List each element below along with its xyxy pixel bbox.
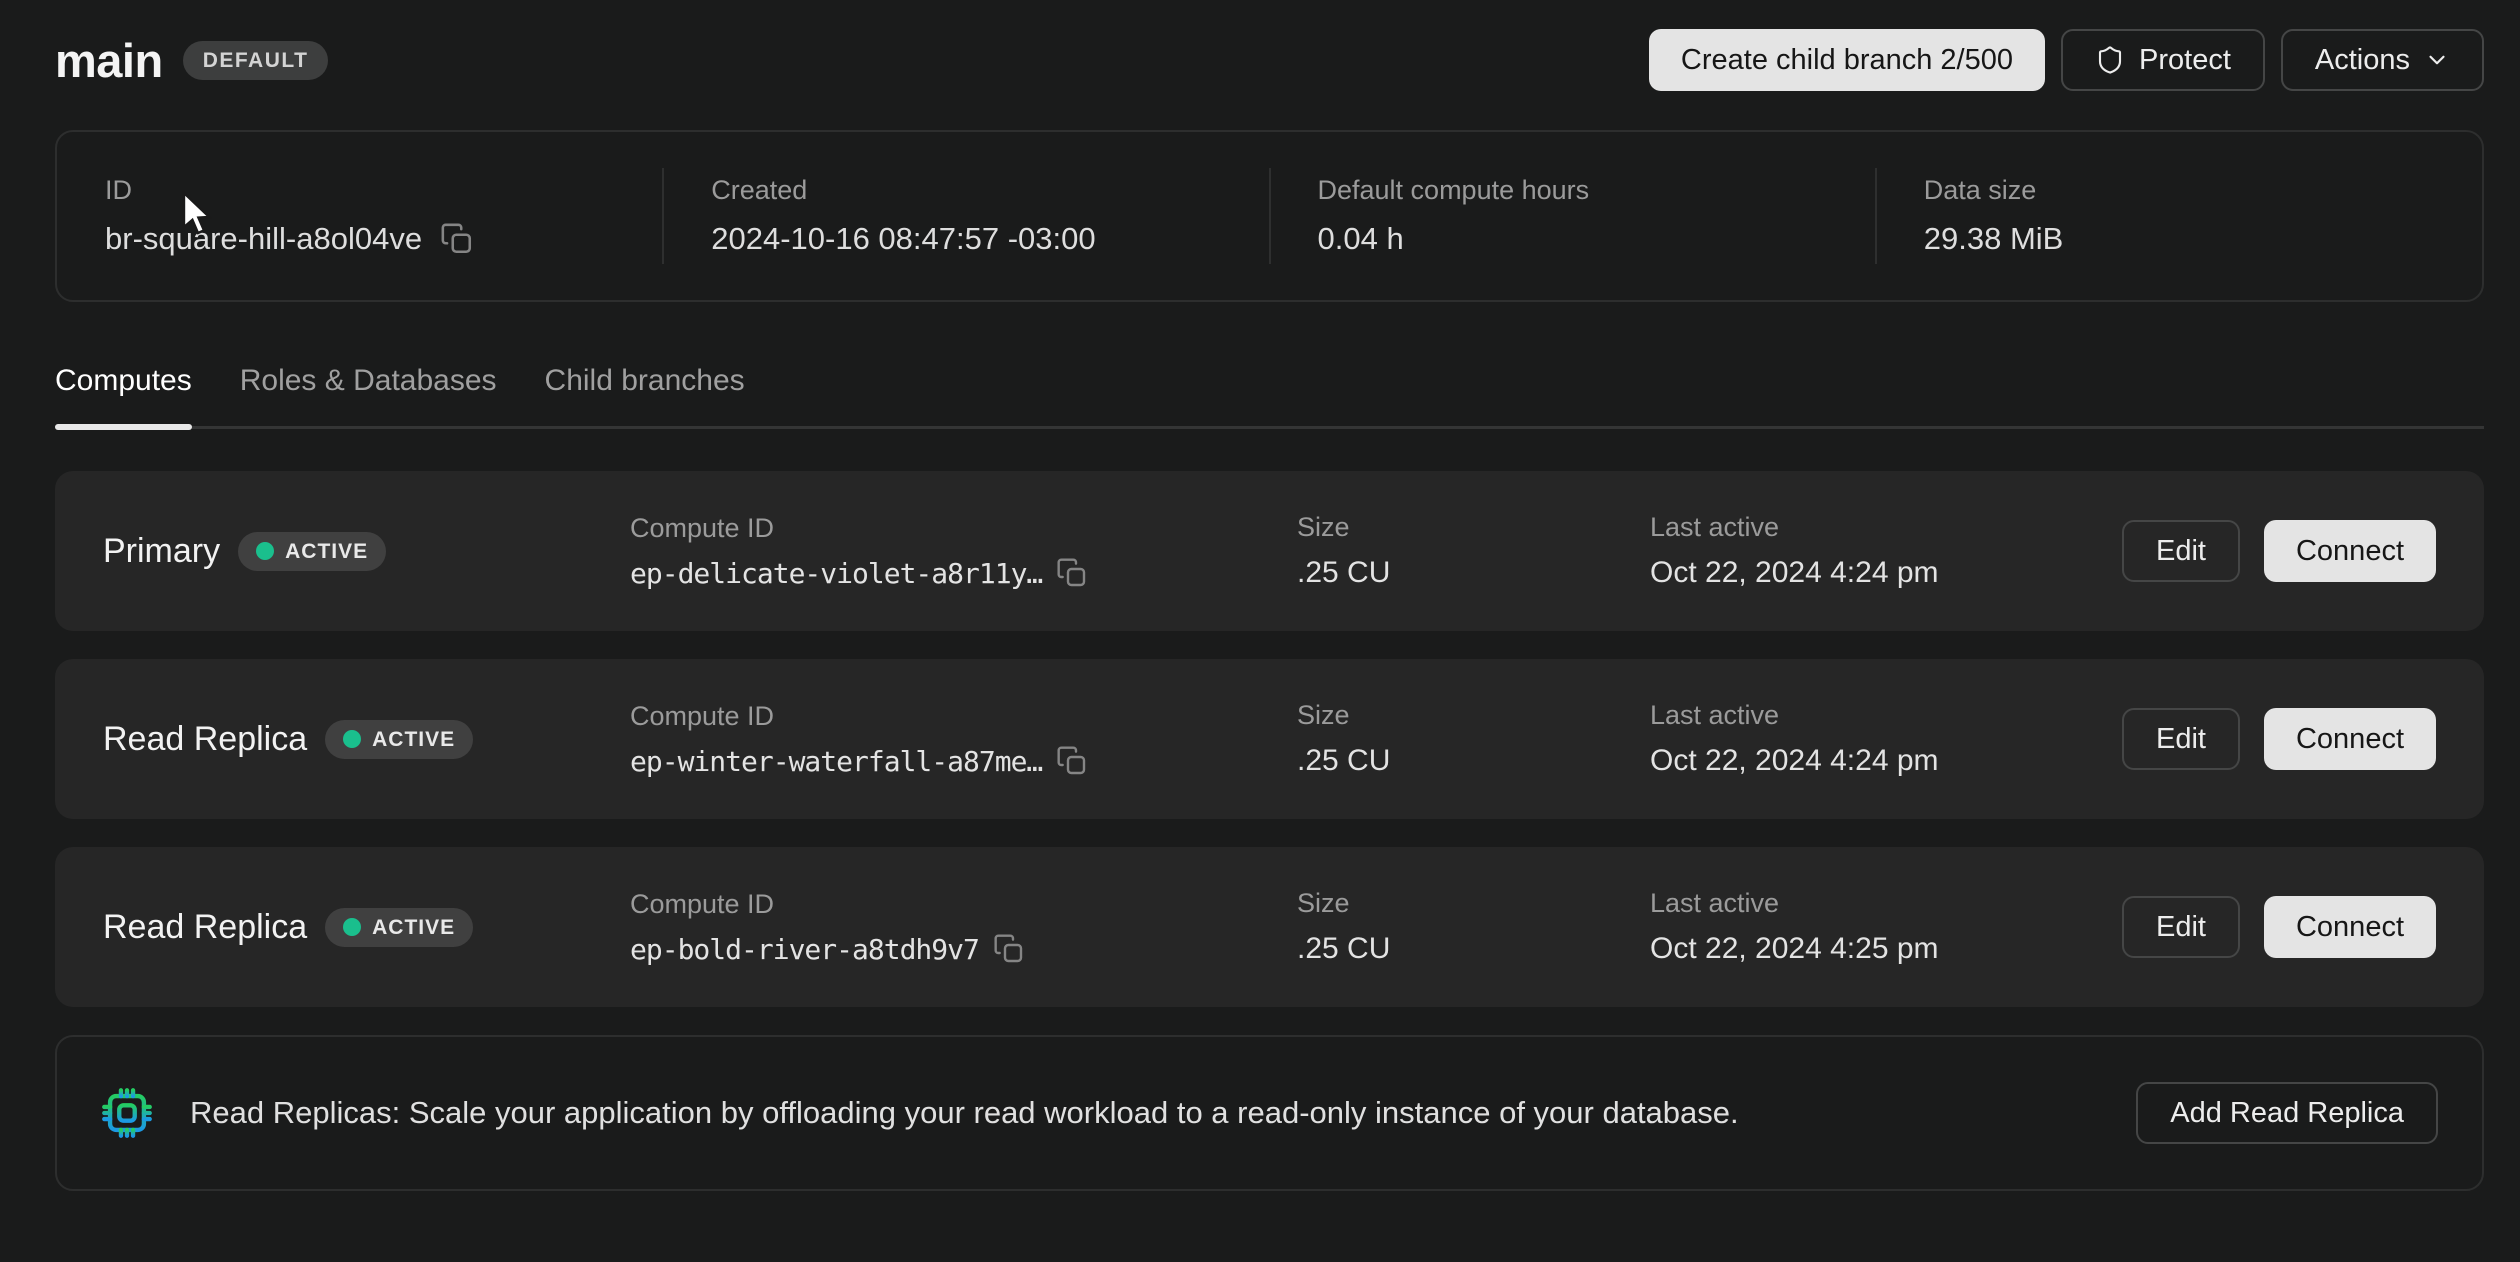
info-cell-data-size: Data size 29.38 MiB [1876,175,2482,257]
status-label: ACTIVE [372,729,455,750]
protect-label: Protect [2139,46,2231,75]
chevron-down-icon [2424,47,2450,73]
size-header: Size [1297,700,1650,731]
last-active-cell: Last active Oct 22, 2024 4:25 pm [1650,888,2122,966]
compute-name: Read Replica ACTIVE [103,720,630,759]
data-size-value: 29.38 MiB [1924,221,2064,257]
protect-button[interactable]: Protect [2061,29,2265,91]
size-header: Size [1297,512,1650,543]
compute-row-read-replica-1: Read Replica ACTIVE Compute ID ep-winter… [55,659,2484,819]
info-label: Data size [1924,175,2482,206]
last-active-header: Last active [1650,700,2122,731]
size-cell: Size .25 CU [1297,888,1650,966]
copy-icon[interactable] [1056,557,1088,589]
edit-button[interactable]: Edit [2122,896,2240,958]
computes-list: Primary ACTIVE Compute ID ep-delicate-vi… [55,471,2484,1007]
compute-id-header: Compute ID [630,889,1297,920]
add-read-replica-button[interactable]: Add Read Replica [2136,1082,2438,1144]
status-badge: ACTIVE [238,532,386,571]
size-header: Size [1297,888,1650,919]
create-child-branch-button[interactable]: Create child branch 2/500 [1649,29,2045,91]
info-label: Created [711,175,1269,206]
row-buttons: Edit Connect [2122,708,2436,770]
header-actions: Create child branch 2/500 Protect Action… [1649,29,2484,91]
banner-text: Read Replicas: Scale your application by… [190,1095,2102,1131]
actions-label: Actions [2315,46,2410,75]
compute-id-header: Compute ID [630,513,1297,544]
copy-icon[interactable] [993,933,1025,965]
branch-tabs: Computes Roles & Databases Child branche… [55,364,2484,429]
last-active-cell: Last active Oct 22, 2024 4:24 pm [1650,512,2122,590]
info-cell-compute-hours: Default compute hours 0.04 h [1270,175,1876,257]
branch-info-card: ID br-square-hill-a8ol04ve Created 2024-… [55,130,2484,302]
info-label: ID [105,175,663,206]
page-title: main [55,33,163,88]
compute-row-primary: Primary ACTIVE Compute ID ep-delicate-vi… [55,471,2484,631]
compute-name-label: Read Replica [103,908,307,947]
edit-button[interactable]: Edit [2122,520,2240,582]
compute-name-label: Primary [103,532,220,571]
row-buttons: Edit Connect [2122,520,2436,582]
compute-name: Read Replica ACTIVE [103,908,630,947]
status-label: ACTIVE [285,541,368,562]
branch-header: main DEFAULT Create child branch 2/500 P… [55,28,2484,92]
info-cell-id: ID br-square-hill-a8ol04ve [57,175,663,257]
status-badge: ACTIVE [325,908,473,947]
compute-id-value: ep-bold-river-a8tdh9v7 [630,933,979,966]
read-replica-banner: Read Replicas: Scale your application by… [55,1035,2484,1191]
status-dot [256,542,274,560]
compute-row-read-replica-2: Read Replica ACTIVE Compute ID ep-bold-r… [55,847,2484,1007]
size-value: .25 CU [1297,744,1390,778]
default-badge: DEFAULT [183,41,329,80]
compute-id-cell: Compute ID ep-delicate-violet-a8r11y… [630,513,1297,590]
copy-icon[interactable] [440,222,474,256]
created-value: 2024-10-16 08:47:57 -03:00 [711,221,1095,257]
status-label: ACTIVE [372,917,455,938]
status-dot [343,918,361,936]
size-cell: Size .25 CU [1297,700,1650,778]
create-child-branch-label: Create child branch 2/500 [1681,46,2013,75]
compute-name: Primary ACTIVE [103,532,630,571]
cpu-chip-icon [98,1084,156,1142]
compute-id-cell: Compute ID ep-winter-waterfall-a87me… [630,701,1297,778]
info-label: Default compute hours [1318,175,1876,206]
tab-roles-databases[interactable]: Roles & Databases [240,364,497,426]
edit-button[interactable]: Edit [2122,708,2240,770]
size-value: .25 CU [1297,932,1390,966]
connect-button[interactable]: Connect [2264,520,2436,582]
connect-button[interactable]: Connect [2264,708,2436,770]
compute-id-value: ep-winter-waterfall-a87me… [630,745,1042,778]
title-wrap: main DEFAULT [55,33,328,88]
last-active-header: Last active [1650,888,2122,919]
compute-hours-value: 0.04 h [1318,221,1404,257]
row-buttons: Edit Connect [2122,896,2436,958]
compute-id-cell: Compute ID ep-bold-river-a8tdh9v7 [630,889,1297,966]
last-active-cell: Last active Oct 22, 2024 4:24 pm [1650,700,2122,778]
tab-computes[interactable]: Computes [55,364,192,426]
shield-icon [2095,44,2125,76]
last-active-value: Oct 22, 2024 4:25 pm [1650,932,1939,966]
last-active-value: Oct 22, 2024 4:24 pm [1650,556,1939,590]
copy-icon[interactable] [1056,745,1088,777]
tab-child-branches[interactable]: Child branches [545,364,745,426]
compute-id-header: Compute ID [630,701,1297,732]
last-active-value: Oct 22, 2024 4:24 pm [1650,744,1939,778]
actions-button[interactable]: Actions [2281,29,2484,91]
size-value: .25 CU [1297,556,1390,590]
compute-id-value: ep-delicate-violet-a8r11y… [630,557,1042,590]
info-cell-created: Created 2024-10-16 08:47:57 -03:00 [663,175,1269,257]
compute-name-label: Read Replica [103,720,307,759]
branch-id-value: br-square-hill-a8ol04ve [105,221,422,257]
status-badge: ACTIVE [325,720,473,759]
connect-button[interactable]: Connect [2264,896,2436,958]
status-dot [343,730,361,748]
last-active-header: Last active [1650,512,2122,543]
size-cell: Size .25 CU [1297,512,1650,590]
